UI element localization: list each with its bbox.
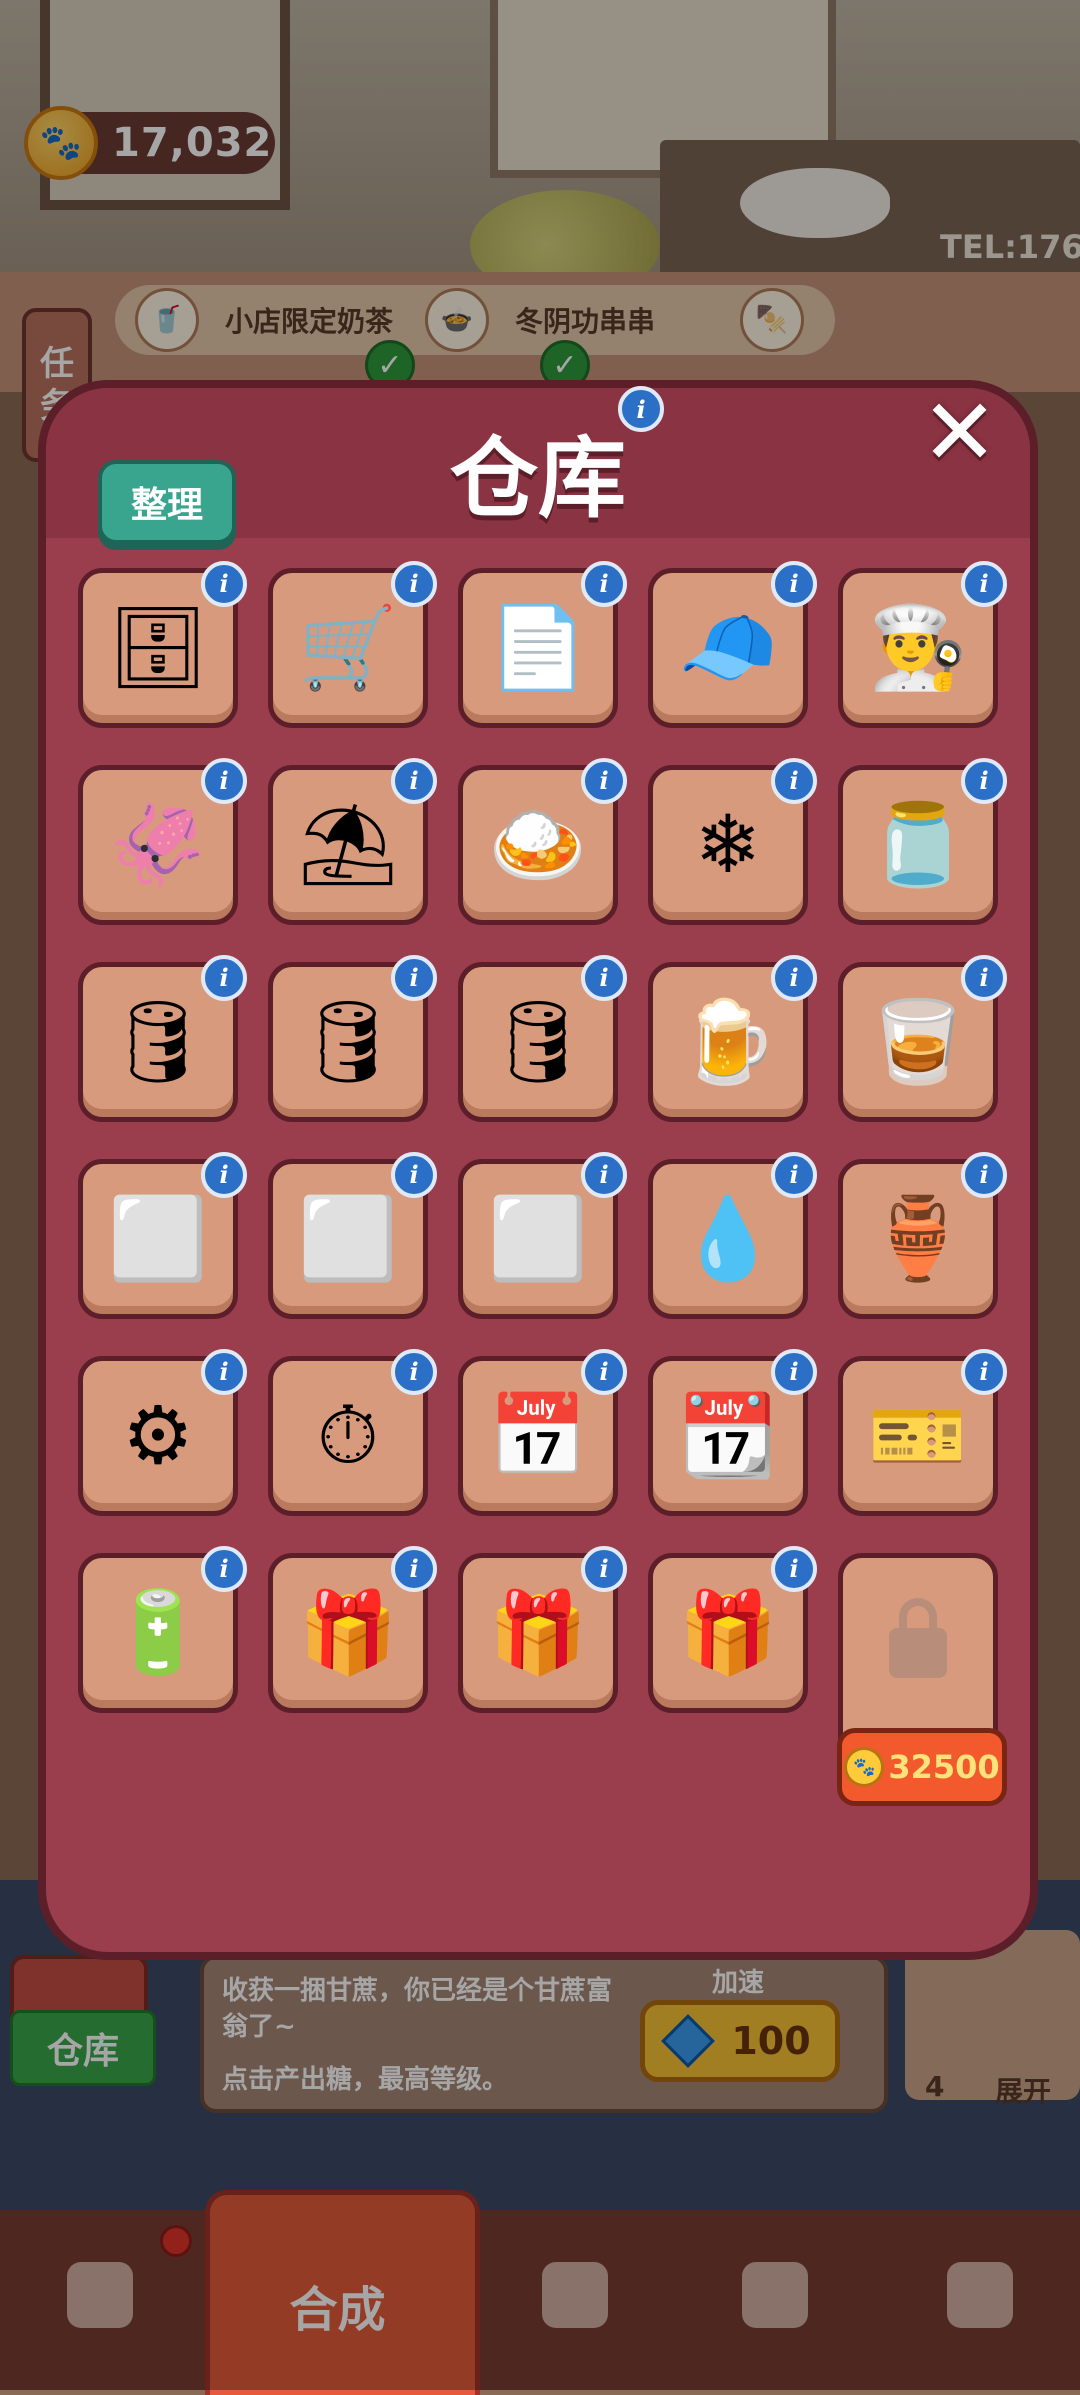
inventory-slot-snowflake[interactable]: ❄ i [648,758,817,925]
silver-ingot-icon: ⬜ [108,1192,208,1285]
title-info-icon[interactable]: i [618,386,664,432]
info-icon[interactable]: i [201,561,247,607]
silver-ingots-3-icon: ⬜ [488,1192,588,1285]
inventory-slot-gears[interactable]: ⚙ i [78,1349,247,1516]
orange-chest-icon: 🎁 [488,1586,588,1679]
inventory-slot-stopwatch[interactable]: ⏱ i [268,1349,437,1516]
inventory-slot-silver-drop[interactable]: 💧 i [648,1152,817,1319]
purple-chest-icon: 🎁 [298,1586,398,1679]
inventory-slot-red-chest[interactable]: 🎁 i [648,1546,817,1713]
inventory-slot-golden-bottle[interactable]: 🏺 i [838,1152,1007,1319]
info-icon[interactable]: i [391,561,437,607]
info-icon[interactable]: i [391,1152,437,1198]
inventory-slot-jar[interactable]: 🫙 i [838,758,1007,925]
inventory-slot-energy-battery[interactable]: 🔋 i [78,1546,247,1713]
inventory-slot-chef-hat[interactable]: 👨‍🍳 i [838,561,1007,728]
iron-barrel-icon: 🛢 [297,995,399,1088]
inventory-slot-calendar-3[interactable]: 📅 i [458,1349,627,1516]
info-icon[interactable]: i [201,955,247,1001]
close-button[interactable]: ✕ [912,379,1007,486]
info-icon[interactable]: i [771,561,817,607]
info-icon[interactable]: i [391,955,437,1001]
silver-drop-icon: 💧 [678,1192,778,1285]
info-icon[interactable]: i [771,1152,817,1198]
info-icon[interactable]: i [581,1349,627,1395]
iron-barrel-2-icon: 🛢 [487,995,589,1088]
info-icon[interactable]: i [391,1349,437,1395]
red-glass-icon: 🥃 [868,995,968,1088]
inventory-slot-silver-ingot[interactable]: ⬜ i [78,1152,247,1319]
info-icon[interactable]: i [771,758,817,804]
info-icon[interactable]: i [771,955,817,1001]
white-cap-icon: 🧢 [678,601,778,694]
sort-button[interactable]: 整理 [98,460,236,544]
inventory-slot-paper-napkins[interactable]: 📄 i [458,561,627,728]
info-icon[interactable]: i [581,955,627,1001]
hand-truck-icon: 🛒 [298,601,398,694]
inventory-slot-iron-barrel-2[interactable]: 🛢 i [458,955,627,1122]
inventory-slot-curry-dish[interactable]: 🍛 i [458,758,627,925]
info-icon[interactable]: i [201,1546,247,1592]
inventory-slot-white-cap[interactable]: 🧢 i [648,561,817,728]
info-icon[interactable]: i [201,1152,247,1198]
golden-bottle-icon: 🏺 [868,1192,968,1285]
wooden-barrel-icon: 🛢 [107,995,209,1088]
paper-umbrella-icon: ⛱ [297,798,399,891]
calendar-3-icon: 📅 [488,1389,588,1482]
inventory-slot-energy-ticket[interactable]: 🎫 i [838,1349,1007,1516]
info-icon[interactable]: i [581,561,627,607]
red-chest-icon: 🎁 [678,1586,778,1679]
energy-ticket-icon: 🎫 [868,1389,968,1482]
inventory-slot-paper-umbrella[interactable]: ⛱ i [268,758,437,925]
inventory-slot-hand-truck[interactable]: 🛒 i [268,561,437,728]
jar-icon: 🫙 [868,798,968,891]
energy-battery-icon: 🔋 [108,1586,208,1679]
paw-coin-icon: 🐾 [844,1747,885,1787]
inventory-slot-beer-glass[interactable]: 🍺 i [648,955,817,1122]
inventory-slot-wooden-barrel[interactable]: 🛢 i [78,955,247,1122]
inventory-slot-silver-ingots-2[interactable]: ⬜ i [268,1152,437,1319]
info-icon[interactable]: i [961,955,1007,1001]
curry-dish-icon: 🍛 [488,798,588,891]
info-icon[interactable]: i [961,758,1007,804]
info-icon[interactable]: i [961,561,1007,607]
inventory-slot-silver-ingots-3[interactable]: ⬜ i [458,1152,627,1319]
info-icon[interactable]: i [581,1152,627,1198]
inventory-slot-red-glass[interactable]: 🥃 i [838,955,1007,1122]
info-icon[interactable]: i [391,1546,437,1592]
inventory-slot-orange-chest[interactable]: 🎁 i [458,1546,627,1713]
info-icon[interactable]: i [581,1546,627,1592]
lock-icon [889,1628,947,1678]
beer-glass-icon: 🍺 [678,995,778,1088]
inventory-slot-wall-shelf[interactable]: 🗄 i [78,561,247,728]
info-icon[interactable]: i [961,1349,1007,1395]
inventory-slot-iron-barrel[interactable]: 🛢 i [268,955,437,1122]
gears-icon: ⚙ [122,1389,194,1482]
unlock-price: 32500 [888,1748,1000,1786]
info-icon[interactable]: i [961,1152,1007,1198]
info-icon[interactable]: i [391,758,437,804]
info-icon[interactable]: i [771,1546,817,1592]
info-icon[interactable]: i [201,1349,247,1395]
locked-slot: 🐾 32500 [837,1553,1007,1806]
wall-shelf-icon: 🗄 [107,601,209,694]
calendar-6-icon: 📆 [678,1389,778,1482]
silver-ingots-2-icon: ⬜ [298,1192,398,1285]
info-icon[interactable]: i [771,1349,817,1395]
dried-squid-icon: 🦑 [108,798,208,891]
unlock-slot-button[interactable]: 🐾 32500 [837,1728,1007,1806]
chef-hat-icon: 👨‍🍳 [868,601,968,694]
inventory-slot-calendar-6[interactable]: 📆 i [648,1349,817,1516]
info-icon[interactable]: i [201,758,247,804]
inventory-slot-dried-squid[interactable]: 🦑 i [78,758,247,925]
snowflake-icon: ❄ [694,798,762,891]
inventory-slot-purple-chest[interactable]: 🎁 i [268,1546,437,1713]
info-icon[interactable]: i [581,758,627,804]
paper-napkins-icon: 📄 [488,601,588,694]
stopwatch-icon: ⏱ [316,1389,380,1482]
